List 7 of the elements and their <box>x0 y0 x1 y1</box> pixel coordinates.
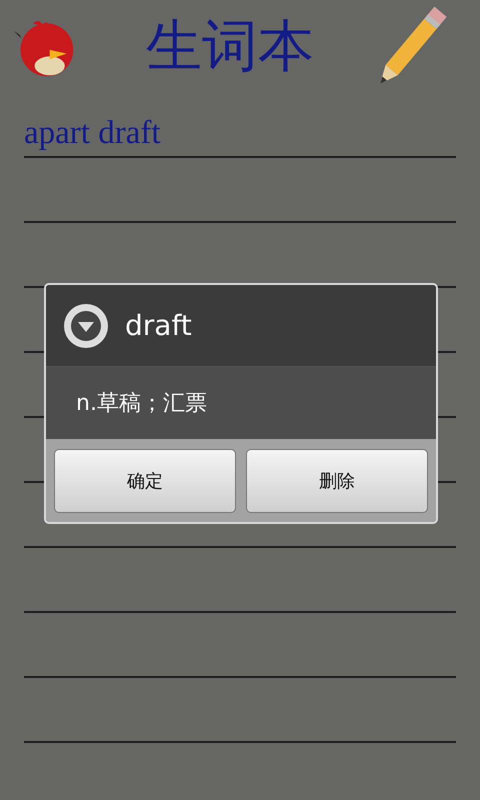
dialog-title: draft <box>125 309 192 342</box>
definition-text: n.草稿；汇票 <box>76 390 207 418</box>
dialog-button[interactable]: 确定 <box>54 448 236 512</box>
word-list-text: apart draft <box>24 115 160 153</box>
dialog-button[interactable]: 删除 <box>246 448 428 512</box>
app-title: 生词本 <box>146 12 315 80</box>
dropdown-icon <box>63 302 109 348</box>
